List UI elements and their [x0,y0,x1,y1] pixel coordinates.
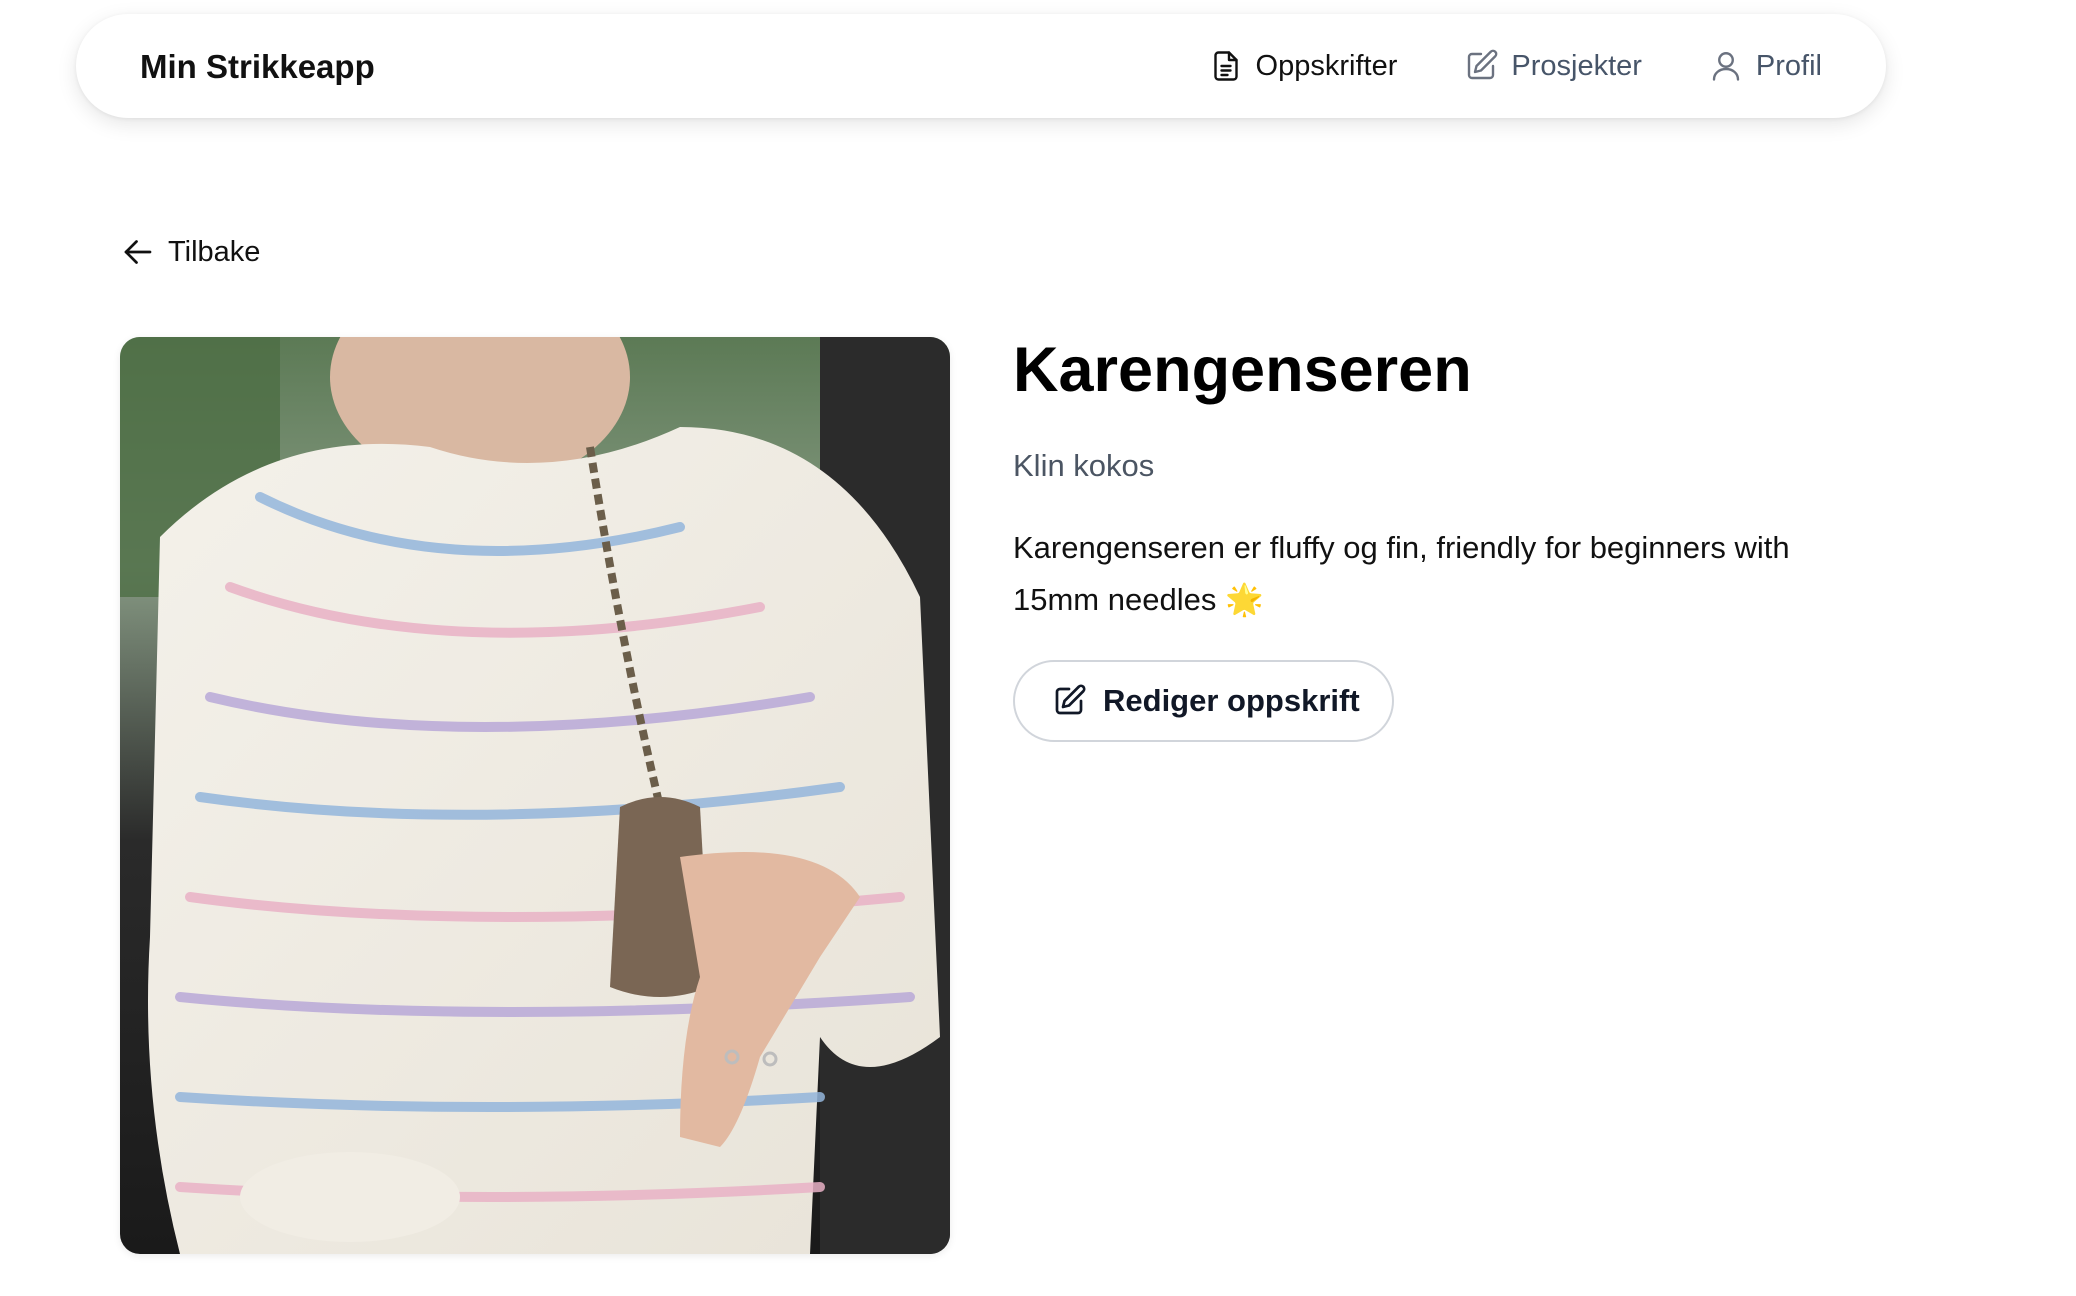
arrow-left-icon [124,240,152,264]
sweater-image [120,337,950,1254]
recipe-title: Karengenseren [1013,335,1472,405]
edit-icon [1468,49,1498,80]
nav-item-label: Prosjekter [1511,49,1642,82]
nav-item-label: Profil [1755,49,1822,82]
recipe-photo [120,337,950,1254]
document-icon [1213,51,1238,81]
nav-item-prosjekter[interactable]: Prosjekter [1463,48,1642,84]
back-link[interactable]: Tilbake [120,234,260,270]
edit-button-label: Rediger oppskrift [1103,683,1360,718]
recipe-author: Klin kokos [1013,448,1155,483]
recipe-description: Karengenseren er fluffy og fin, friendly… [1013,530,1790,617]
user-icon [1712,52,1740,81]
nav-item-label: Oppskrifter [1255,49,1398,82]
app-brand[interactable]: Min Strikkeapp [140,48,375,86]
back-label: Tilbake [168,235,261,268]
nav-item-oppskrifter[interactable]: Oppskrifter [1208,48,1398,84]
edit-icon [1055,684,1086,715]
edit-recipe-button[interactable]: Rediger oppskrift [1013,660,1394,742]
top-navbar: Min Strikkeapp Oppskrifter Prosjekter Pr… [76,14,1886,118]
nav-item-profil[interactable]: Profil [1708,48,1822,84]
main-nav: Oppskrifter Prosjekter Profil [1208,14,1822,118]
